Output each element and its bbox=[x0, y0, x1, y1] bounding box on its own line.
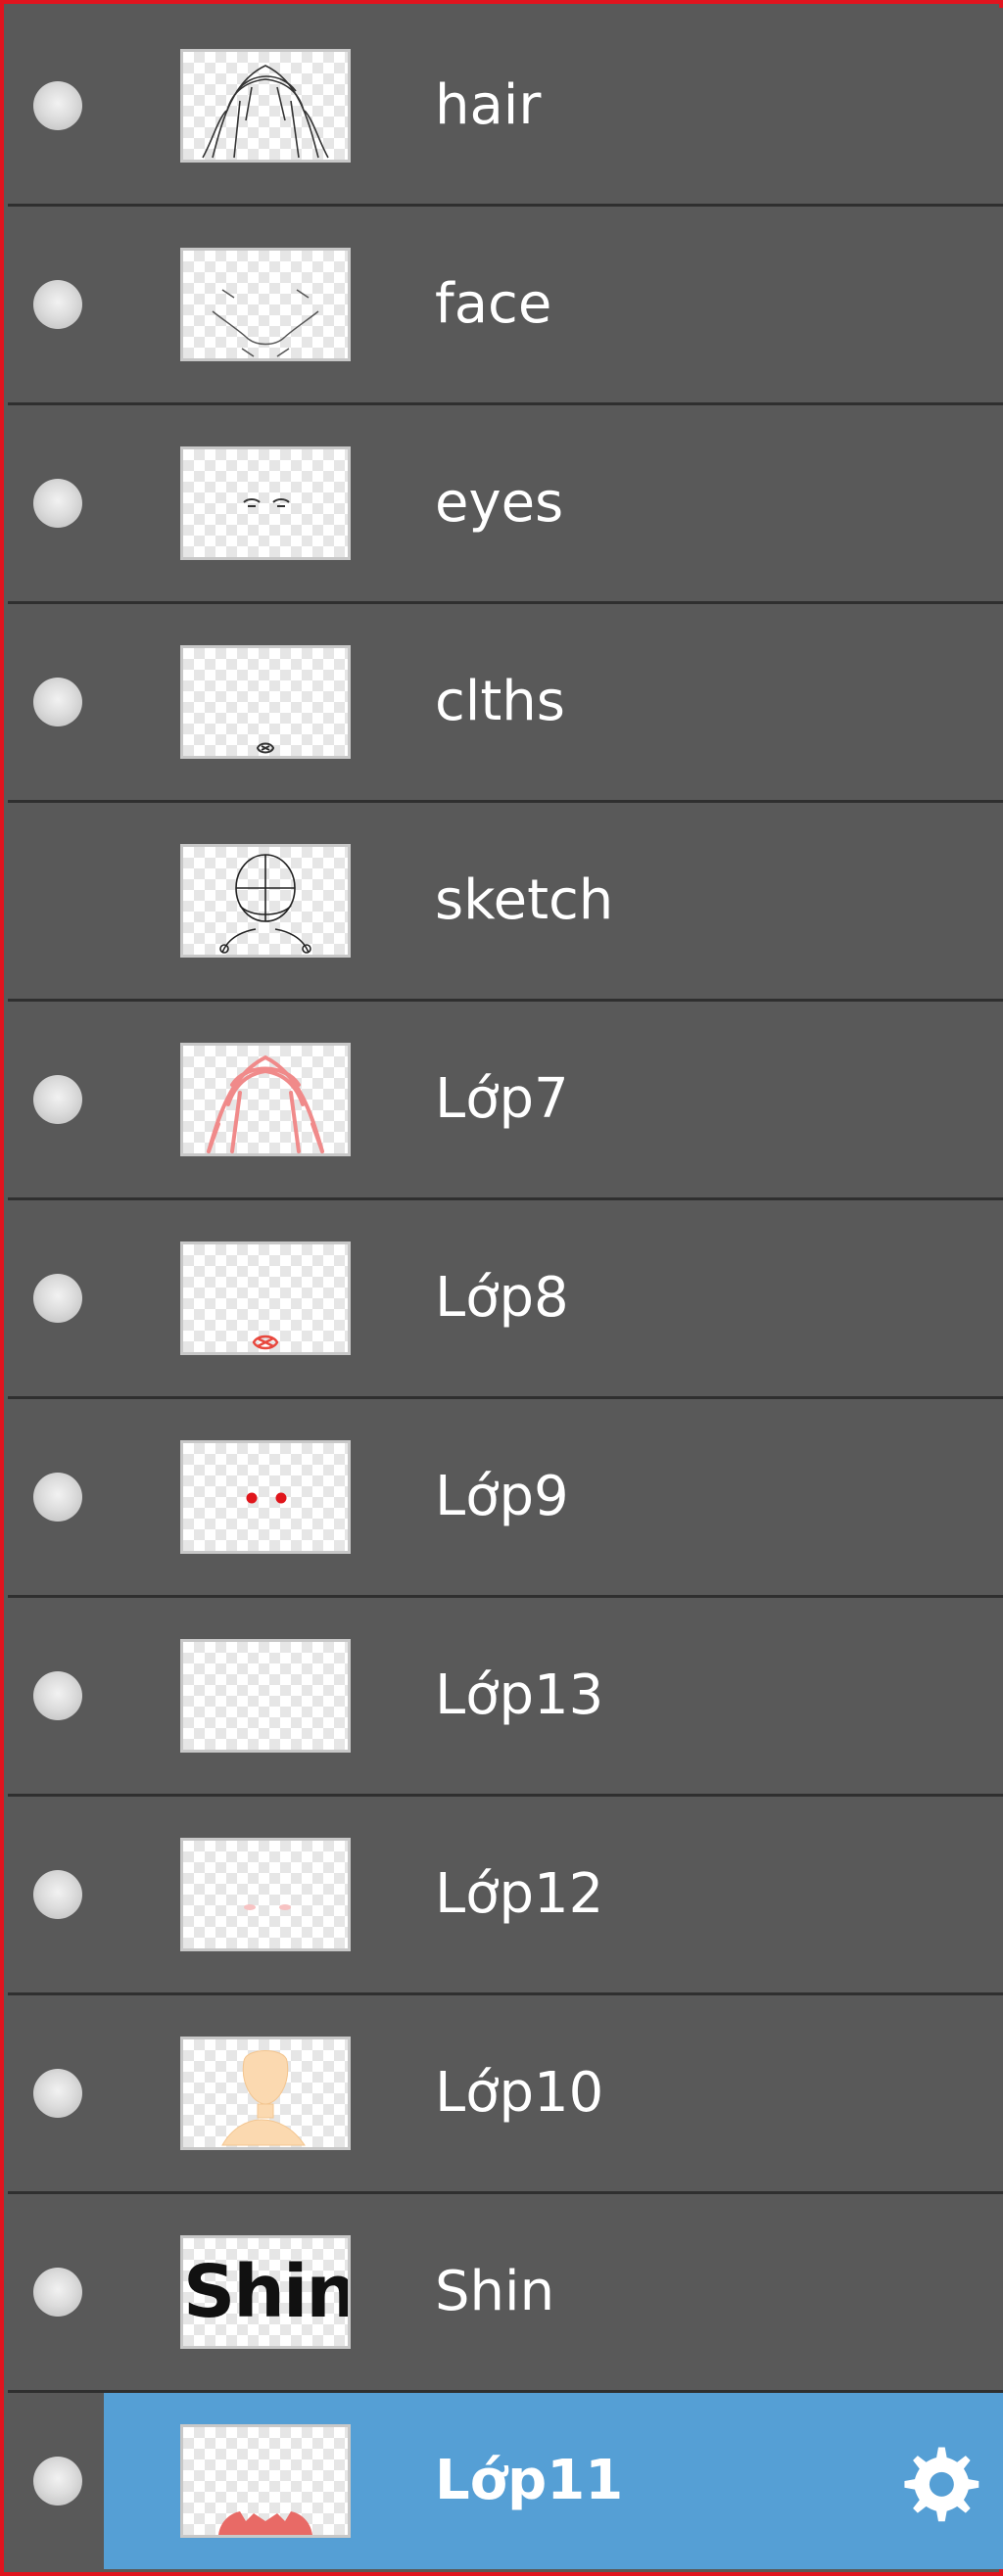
layer-row-Lớp9[interactable]: Lớp9 bbox=[8, 1399, 1003, 1598]
layer-row-Lớp10[interactable]: Lớp10 bbox=[8, 1995, 1003, 2194]
visibility-toggle[interactable] bbox=[8, 1598, 104, 1794]
visibility-toggle[interactable] bbox=[8, 1995, 104, 2191]
layer-row-hair[interactable]: hair bbox=[8, 8, 1003, 207]
layer-thumbnail bbox=[180, 49, 351, 163]
visibility-dot-icon bbox=[33, 280, 82, 329]
visibility-toggle[interactable] bbox=[8, 604, 104, 800]
gear-icon[interactable] bbox=[891, 2434, 985, 2528]
visibility-dot-icon bbox=[33, 81, 82, 130]
visibility-toggle[interactable] bbox=[8, 207, 104, 402]
layer-row-Lớp11[interactable]: Lớp11 bbox=[8, 2393, 1003, 2569]
layer-row-clths[interactable]: clths bbox=[8, 604, 1003, 803]
visibility-dot-icon bbox=[33, 1671, 82, 1720]
layer-name: sketch bbox=[435, 868, 614, 932]
layer-thumbnail bbox=[180, 1639, 351, 1753]
layer-name: Lớp7 bbox=[435, 1067, 569, 1131]
layers-panel: hair face eyes clths sketch Lớp7 Lớp8 Lớp9 Lớp13… bbox=[0, 0, 1003, 2576]
visibility-toggle[interactable] bbox=[8, 2393, 104, 2569]
layer-row-eyes[interactable]: eyes bbox=[8, 405, 1003, 604]
layer-name: Lớp9 bbox=[435, 1465, 569, 1528]
layer-name: Lớp8 bbox=[435, 1266, 569, 1330]
layer-row-sketch[interactable]: sketch bbox=[8, 803, 1003, 1002]
layer-row-Lớp7[interactable]: Lớp7 bbox=[8, 1002, 1003, 1200]
visibility-toggle[interactable] bbox=[8, 1399, 104, 1595]
layer-thumbnail bbox=[180, 446, 351, 560]
layer-thumbnail bbox=[180, 2037, 351, 2150]
layer-name: clths bbox=[435, 670, 565, 733]
visibility-dot-icon bbox=[33, 1075, 82, 1124]
layer-thumbnail bbox=[180, 248, 351, 361]
layer-row-face[interactable]: face bbox=[8, 207, 1003, 405]
layer-thumbnail bbox=[180, 1838, 351, 1951]
layer-thumbnail: Shin bbox=[180, 2235, 351, 2349]
layer-name: face bbox=[435, 272, 552, 336]
layer-row-Lớp8[interactable]: Lớp8 bbox=[8, 1200, 1003, 1399]
thumbnail-text: Shin bbox=[183, 2250, 351, 2334]
layer-thumbnail bbox=[180, 2424, 351, 2538]
layer-thumbnail bbox=[180, 1440, 351, 1554]
visibility-toggle[interactable] bbox=[8, 1200, 104, 1396]
visibility-toggle[interactable] bbox=[8, 803, 104, 999]
layer-name: eyes bbox=[435, 471, 564, 535]
visibility-dot-icon bbox=[33, 2069, 82, 2118]
layer-row-Shin[interactable]: Shin Shin bbox=[8, 2194, 1003, 2393]
visibility-dot-icon bbox=[33, 1473, 82, 1522]
visibility-toggle[interactable] bbox=[8, 405, 104, 601]
visibility-toggle[interactable] bbox=[8, 2194, 104, 2390]
layer-row-Lớp12[interactable]: Lớp12 bbox=[8, 1797, 1003, 1995]
visibility-toggle[interactable] bbox=[8, 1002, 104, 1197]
visibility-dot-icon bbox=[33, 479, 82, 528]
layer-thumbnail bbox=[180, 1043, 351, 1156]
layer-name: Shin bbox=[435, 2260, 555, 2323]
visibility-toggle[interactable] bbox=[8, 1797, 104, 1992]
layer-name: Lớp11 bbox=[435, 2449, 624, 2512]
visibility-dot-icon bbox=[33, 2268, 82, 2317]
visibility-dot-icon bbox=[33, 678, 82, 726]
layer-thumbnail bbox=[180, 1241, 351, 1355]
layer-row-Lớp13[interactable]: Lớp13 bbox=[8, 1598, 1003, 1797]
visibility-dot-icon bbox=[33, 1870, 82, 1919]
layer-name: hair bbox=[435, 73, 542, 137]
layer-thumbnail bbox=[180, 645, 351, 759]
layer-name: Lớp10 bbox=[435, 2061, 604, 2125]
layer-thumbnail bbox=[180, 844, 351, 958]
visibility-dot-icon bbox=[33, 2457, 82, 2506]
visibility-toggle[interactable] bbox=[8, 8, 104, 204]
visibility-dot-icon bbox=[33, 1274, 82, 1323]
layer-name: Lớp13 bbox=[435, 1663, 604, 1727]
layer-list: hair face eyes clths sketch Lớp7 Lớp8 Lớp9 Lớp13… bbox=[8, 8, 1003, 2569]
layer-name: Lớp12 bbox=[435, 1862, 604, 1926]
